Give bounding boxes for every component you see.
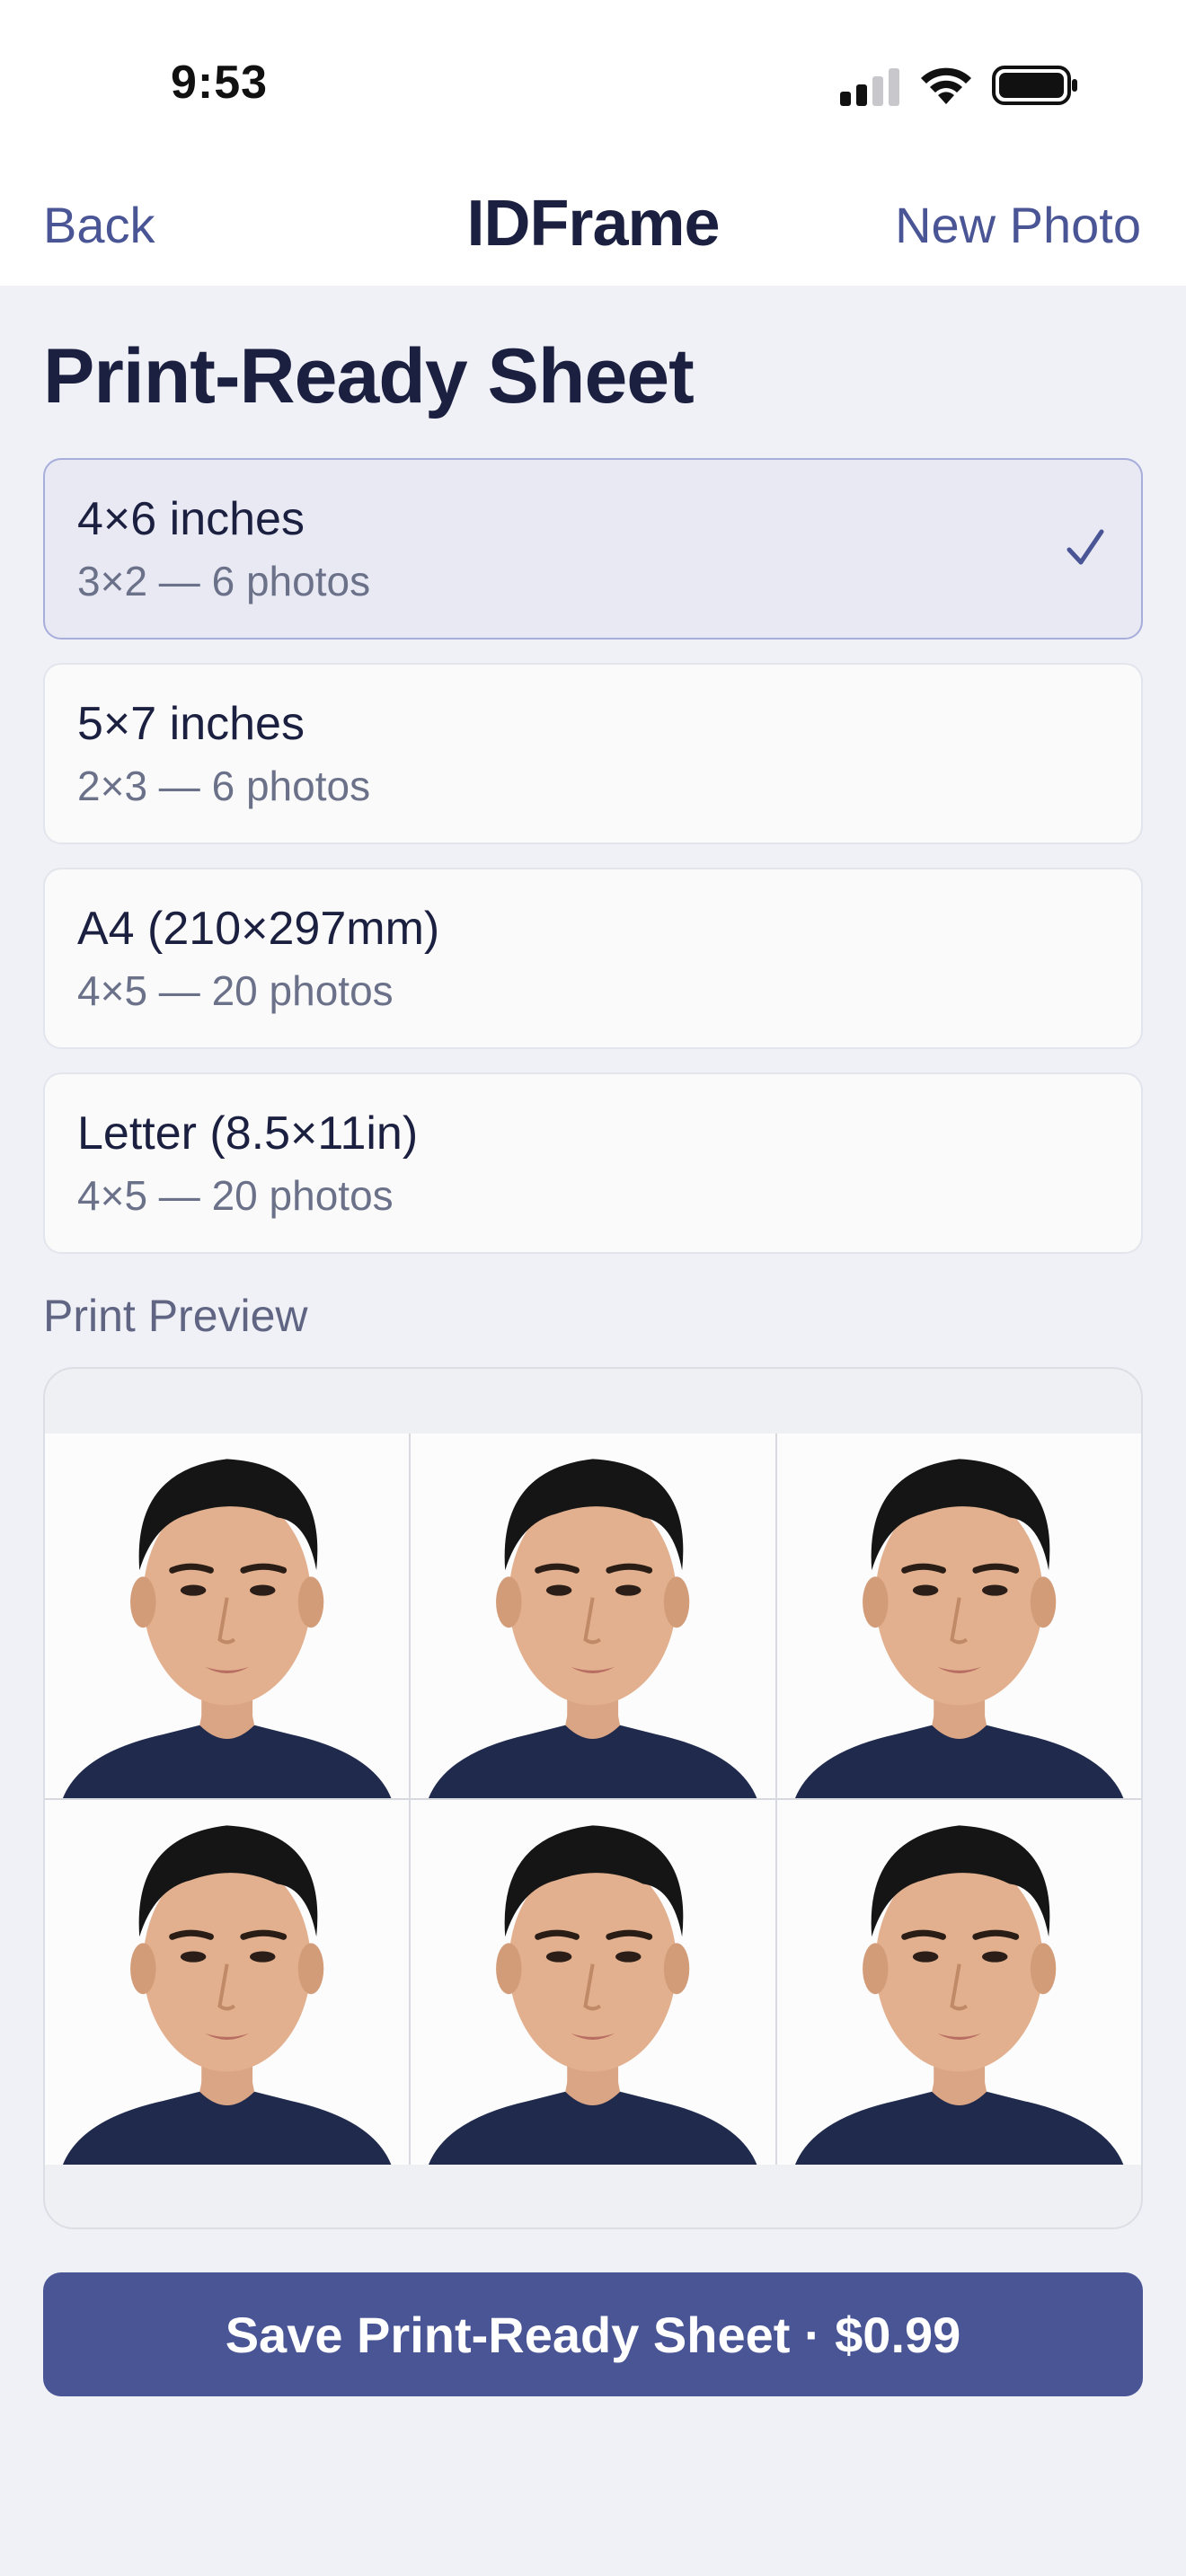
- status-time: 9:53: [171, 57, 269, 109]
- save-sheet-button[interactable]: Save Print-Ready Sheet · $0.99: [43, 2272, 1143, 2396]
- option-letter[interactable]: Letter (8.5×11in) 4×5 — 20 photos: [43, 1072, 1143, 1254]
- option-label: 5×7 inches: [77, 698, 305, 750]
- passport-photo: [411, 1800, 775, 2165]
- new-photo-button[interactable]: New Photo: [895, 196, 1141, 254]
- wifi-icon: [921, 67, 971, 104]
- passport-photo: [776, 1434, 1141, 1798]
- option-5x7[interactable]: 5×7 inches 2×3 — 6 photos: [43, 663, 1143, 844]
- print-preview-label: Print Preview: [43, 1291, 308, 1341]
- status-bar: 9:53: [0, 0, 1186, 171]
- option-subtitle: 4×5 — 20 photos: [77, 967, 394, 1014]
- option-label: A4 (210×297mm): [77, 903, 440, 955]
- passport-photo: [45, 1434, 410, 1798]
- option-subtitle: 4×5 — 20 photos: [77, 1172, 394, 1219]
- passport-photo: [411, 1434, 775, 1798]
- option-subtitle: 2×3 — 6 photos: [77, 763, 371, 809]
- screen: 9:53 Back IDFrame New Photo Print-Ready …: [0, 0, 1186, 2576]
- photo-grid: [45, 1434, 1141, 2165]
- option-a4[interactable]: A4 (210×297mm) 4×5 — 20 photos: [43, 868, 1143, 1049]
- option-label: 4×6 inches: [77, 493, 305, 545]
- option-label: Letter (8.5×11in): [77, 1107, 419, 1160]
- passport-photo: [45, 1800, 410, 2165]
- page-title: Print-Ready Sheet: [43, 333, 695, 419]
- option-4x6[interactable]: 4×6 inches 3×2 — 6 photos: [43, 458, 1143, 640]
- checkmark-icon: [1067, 529, 1104, 565]
- passport-photo: [776, 1800, 1141, 2165]
- nav-bar: Back IDFrame New Photo: [0, 171, 1186, 286]
- print-preview: [43, 1367, 1143, 2229]
- option-subtitle: 3×2 — 6 photos: [77, 558, 371, 604]
- signal-icon: [840, 68, 899, 106]
- battery-icon: [992, 66, 1077, 105]
